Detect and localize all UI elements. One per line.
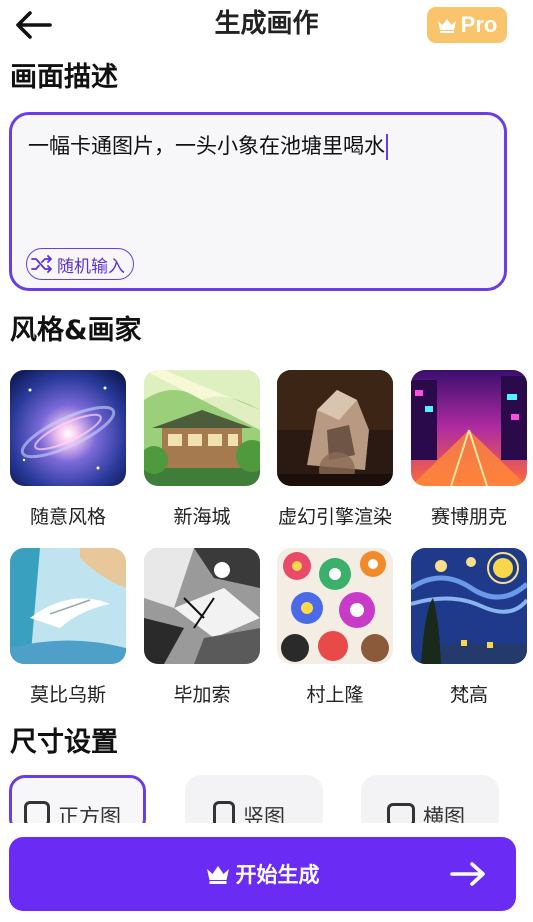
anime-house-icon — [144, 370, 260, 486]
galaxy-icon — [10, 370, 126, 486]
start-generate-label: 开始生成 — [235, 863, 320, 887]
prompt-section-title: 画面描述 — [10, 62, 118, 93]
moebius-icon — [10, 548, 126, 664]
style-label: 新海城 — [173, 506, 231, 528]
style-card-cyberpunk[interactable]: 赛博朋克 — [411, 370, 527, 529]
size-section-title: 尺寸设置 — [10, 727, 118, 758]
style-label: 虚幻引擎渲染 — [277, 506, 392, 528]
style-card-shinkai[interactable]: 新海城 — [144, 370, 260, 529]
style-card-unreal[interactable]: 虚幻引擎渲染 — [277, 370, 393, 529]
prompt-text: 一幅卡通图片，一头小象在池塘里喝水 — [28, 134, 385, 158]
random-input-button[interactable]: 随机输入 — [26, 248, 134, 280]
style-card-picasso[interactable]: 毕加索 — [144, 548, 260, 707]
arrow-right-icon — [450, 837, 486, 911]
style-card-vangogh[interactable]: 梵高 — [411, 548, 527, 707]
pro-label: Pro — [460, 12, 498, 37]
crown-icon — [206, 866, 229, 884]
picasso-icon — [144, 548, 260, 664]
unreal-render-icon — [277, 370, 393, 486]
style-card-moebius[interactable]: 莫比乌斯 — [10, 548, 126, 707]
prompt-input[interactable]: 一幅卡通图片，一头小象在池塘里喝水 随机输入 — [9, 112, 507, 291]
shuffle-icon — [31, 255, 52, 273]
style-card-murakami[interactable]: 村上隆 — [277, 548, 393, 707]
pro-badge[interactable]: Pro — [427, 7, 507, 43]
style-label: 村上隆 — [306, 684, 364, 706]
style-card-random[interactable]: 随意风格 — [10, 370, 126, 529]
starry-night-icon — [411, 548, 527, 664]
style-label: 赛博朋克 — [430, 506, 507, 528]
murakami-flowers-icon — [277, 548, 393, 664]
style-label: 梵高 — [449, 684, 488, 706]
cyberpunk-street-icon — [411, 370, 527, 486]
text-caret — [386, 134, 388, 160]
style-label: 莫比乌斯 — [29, 684, 106, 706]
crown-icon — [437, 19, 456, 33]
start-generate-button[interactable]: 开始生成 — [9, 837, 516, 911]
styles-section-title: 风格&画家 — [10, 315, 142, 346]
style-label: 随意风格 — [29, 506, 106, 528]
style-label: 毕加索 — [173, 684, 231, 706]
random-input-label: 随机输入 — [57, 256, 125, 277]
